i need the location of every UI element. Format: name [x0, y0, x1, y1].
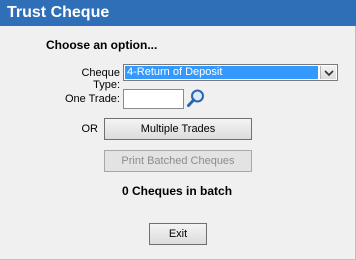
choose-option-heading: Choose an option...: [46, 38, 158, 52]
cheque-type-label: Cheque Type:: [81, 67, 120, 91]
print-batched-cheques-button[interactable]: Print Batched Cheques: [104, 150, 252, 172]
trust-cheque-window: Trust Cheque Choose an option... Cheque …: [0, 0, 356, 260]
window-title: Trust Cheque: [0, 0, 356, 26]
magnifier-icon: [187, 89, 204, 107]
multiple-trades-button[interactable]: Multiple Trades: [104, 118, 252, 140]
one-trade-label: One Trade:: [64, 93, 120, 105]
one-trade-input[interactable]: [123, 89, 184, 109]
cheque-type-selected-value: 4-Return of Deposit: [125, 66, 318, 79]
trade-search-button[interactable]: [186, 88, 206, 109]
exit-button[interactable]: Exit: [149, 223, 207, 245]
batch-count-text: 0 Cheques in batch: [122, 184, 233, 198]
or-label: OR: [81, 123, 99, 135]
chevron-down-icon[interactable]: [320, 66, 336, 79]
cheque-type-select[interactable]: 4-Return of Deposit: [123, 64, 338, 81]
